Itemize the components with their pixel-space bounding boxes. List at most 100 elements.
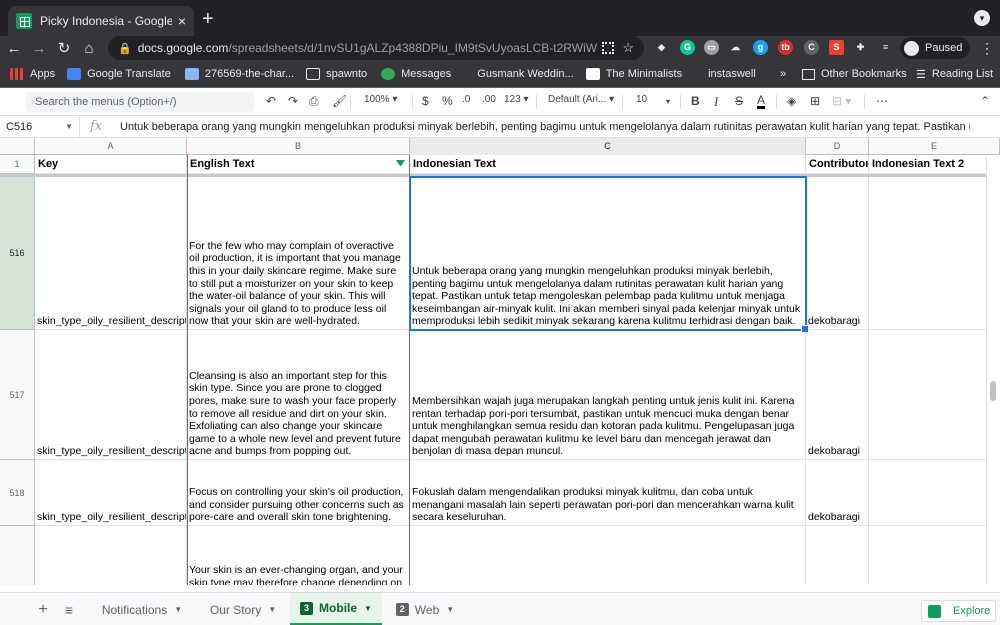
chat-extension-icon[interactable]: ▭ (704, 40, 719, 55)
font-select[interactable]: Default (Ari... ▾ (548, 94, 614, 105)
fill-color-icon[interactable]: ◈ (787, 94, 796, 108)
name-box[interactable]: C516 ▼ (0, 116, 80, 138)
italic-button[interactable]: I (714, 94, 718, 110)
increase-decimal-button[interactable]: .00 (482, 94, 496, 105)
font-size-select[interactable]: 10 (636, 94, 647, 105)
browser-menu-icon[interactable]: ⋮ (980, 40, 994, 57)
column-header-d[interactable]: D (806, 138, 869, 155)
dropbox-extension-icon[interactable]: ◆ (654, 40, 669, 55)
corner-select-all[interactable] (0, 138, 35, 155)
bookmark-star-icon[interactable]: ☆ (622, 40, 634, 56)
indonesian-text-2-cell[interactable] (869, 460, 1000, 526)
grammarly-extension-icon[interactable]: G (680, 40, 695, 55)
paint-format-icon[interactable]: 🖌 (332, 94, 347, 108)
row-header[interactable]: 1 (0, 155, 35, 174)
row-header[interactable] (0, 526, 35, 585)
tab-search-icon[interactable]: ▾ (974, 10, 990, 26)
bookmark-item[interactable]: The Minimalists (585, 67, 682, 80)
bookmark-item[interactable]: Gusmank Weddin... (463, 68, 573, 80)
contributor-cell[interactable]: dekobaragi (806, 460, 869, 526)
g-extension-icon[interactable]: g (753, 40, 768, 55)
cloud-extension-icon[interactable]: ☁ (728, 40, 743, 55)
vertical-scrollbar[interactable] (986, 155, 1000, 585)
header-cell-contributor[interactable]: Contributor (806, 155, 869, 174)
column-header-c[interactable]: C (410, 138, 806, 155)
key-cell[interactable]: skin_type_oily_resilient_description (35, 330, 187, 460)
header-cell-english[interactable]: English Text (187, 155, 410, 174)
indonesian-text-cell[interactable] (410, 526, 806, 585)
bookmark-item[interactable]: spawnto (306, 67, 367, 80)
profile-button[interactable]: Paused (900, 37, 970, 59)
indonesian-text-2-cell[interactable] (869, 330, 1000, 460)
browser-tab[interactable]: Picky Indonesia - Google Sheets × (8, 6, 194, 36)
qr-code-icon[interactable] (602, 42, 615, 54)
indonesian-text-2-cell[interactable] (869, 526, 1000, 585)
strikethrough-button[interactable]: S (735, 94, 743, 108)
column-header-a[interactable]: A (35, 138, 187, 155)
formula-input[interactable]: Untuk beberapa orang yang mungkin mengel… (120, 116, 970, 138)
collapse-toolbar-icon[interactable]: ⌃ (980, 94, 990, 108)
puzzle-extensions-icon[interactable]: ✚ (853, 40, 868, 55)
reload-icon[interactable]: ↻ (53, 39, 75, 57)
close-tab-icon[interactable]: × (178, 13, 186, 29)
reading-list-icon[interactable]: ≡ (878, 40, 893, 55)
home-icon[interactable]: ⌂ (78, 40, 100, 57)
reading-list[interactable]: ☰ Reading List (916, 60, 993, 88)
contributor-cell[interactable] (806, 526, 869, 585)
currency-button[interactable]: $ (422, 94, 429, 108)
font-size-caret-icon[interactable]: ▾ (666, 97, 670, 106)
english-text-cell[interactable]: Your skin is an ever-changing organ, and… (187, 526, 410, 585)
s-extension-icon[interactable]: S (829, 40, 844, 55)
percent-button[interactable]: % (442, 94, 453, 108)
c-extension-icon[interactable]: C (804, 40, 819, 55)
header-cell-key[interactable]: Key (35, 155, 187, 174)
bookmark-apps[interactable]: Apps (10, 67, 55, 80)
row-header[interactable]: 517 (0, 330, 35, 460)
other-bookmarks[interactable]: Other Bookmarks (802, 60, 907, 88)
tab-notifications[interactable]: Notifications ▼ (88, 593, 196, 625)
tab-mobile[interactable]: 3 Mobile ▼ (290, 593, 382, 625)
contributor-cell[interactable]: dekobaragi (806, 330, 869, 460)
column-header-b[interactable]: B (187, 138, 410, 155)
more-options-button[interactable]: ⋯ (876, 94, 888, 108)
indonesian-text-cell[interactable]: Fokuslah dalam mengendalikan produksi mi… (410, 460, 806, 526)
key-cell[interactable]: skin_type_oily_resilient_description (35, 177, 187, 330)
english-text-cell[interactable]: Focus on controlling your skin's oil pro… (187, 460, 410, 526)
redo-icon[interactable]: ↷ (288, 94, 298, 108)
menu-search-input[interactable]: Search the menus (Option+/) (26, 92, 254, 112)
header-cell-indonesian[interactable]: Indonesian Text (410, 155, 806, 174)
decrease-decimal-button[interactable]: .0 (462, 94, 470, 105)
bookmark-item[interactable]: instaswell (708, 68, 756, 80)
english-text-cell[interactable]: For the few who may complain of overacti… (187, 177, 410, 330)
all-sheets-button[interactable]: ≡ (58, 593, 80, 625)
row-header[interactable]: 516 (0, 177, 35, 330)
text-color-button[interactable]: A (757, 94, 766, 109)
bookmark-item[interactable]: Google Translate (67, 67, 171, 80)
indonesian-text-cell[interactable]: Untuk beberapa orang yang mungkin mengel… (410, 177, 806, 330)
number-format-select[interactable]: 123 ▾ (504, 94, 529, 105)
red-extension-icon[interactable]: tb (778, 40, 793, 55)
borders-icon[interactable]: ⊞ (810, 94, 820, 108)
merge-cells-icon[interactable]: ⊟ ▾ (832, 94, 851, 108)
forward-icon[interactable]: → (28, 40, 50, 57)
bold-button[interactable]: B (691, 94, 700, 108)
undo-icon[interactable]: ↶ (266, 94, 276, 108)
key-cell[interactable] (35, 526, 187, 585)
bookmark-item[interactable]: Messages (381, 67, 451, 80)
bookmarks-overflow[interactable]: » (780, 60, 786, 88)
english-text-cell[interactable]: Cleansing is also an important step for … (187, 330, 410, 460)
contributor-cell[interactable]: dekobaragi (806, 177, 869, 330)
zoom-select[interactable]: 100% ▾ (364, 94, 397, 105)
key-cell[interactable]: skin_type_oily_resilient_description (35, 460, 187, 526)
address-bar[interactable]: 🔒 docs.google.com/spreadsheets/d/1nvSU1g… (108, 36, 644, 60)
header-cell-indonesian-2[interactable]: Indonesian Text 2 (869, 155, 1000, 174)
indonesian-text-cell[interactable]: Membersihkan wajah juga merupakan langka… (410, 330, 806, 460)
explore-button[interactable]: Explore (921, 600, 996, 622)
indonesian-text-2-cell[interactable] (869, 177, 1000, 330)
bookmark-item[interactable]: 276569-the-char... (184, 67, 294, 80)
add-sheet-button[interactable]: + (32, 593, 54, 625)
column-header-e[interactable]: E (869, 138, 1000, 155)
filter-icon[interactable] (396, 160, 405, 167)
print-icon[interactable]: ⎙ (309, 94, 319, 109)
tab-our-story[interactable]: Our Story ▼ (198, 593, 288, 625)
